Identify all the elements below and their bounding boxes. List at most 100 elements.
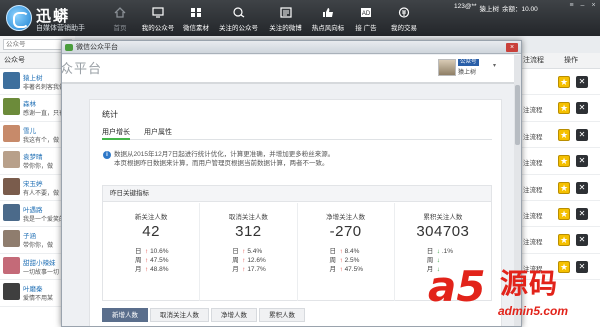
metric-change-row: 周 ↑ 12.6% [232, 256, 266, 265]
nav-item-label: 接 广告 [355, 25, 377, 32]
nav-item[interactable]: AD 接 广告 [347, 0, 385, 36]
star-icon[interactable]: ★ [558, 234, 570, 247]
delete-icon[interactable]: ✕ [576, 181, 588, 194]
follow-account-icon [232, 7, 245, 18]
metric-change-row: 日 ↓ .1% [427, 247, 453, 256]
account-name[interactable]: 雪儿 [23, 125, 36, 135]
nav-item[interactable]: 关注的公众号 [215, 0, 262, 36]
star-icon[interactable]: ★ [558, 102, 570, 115]
notice-line: 本页根据昨日数据来计算，而用户管理页根据当前数据计算，两者不一致。 [114, 160, 329, 167]
menu-icon[interactable]: ≡ [567, 2, 576, 10]
nav-item[interactable]: 热点风向标 [309, 0, 347, 36]
list-item[interactable]: 袁梦晴 带你你，做 [0, 148, 69, 175]
account-name[interactable]: 袁梦晴 [23, 151, 43, 161]
table-row: 注流程 ★ ✕ [520, 122, 600, 149]
account-name: 猿上树 [458, 70, 477, 76]
minimize-icon[interactable]: – [578, 2, 587, 10]
account-name[interactable]: 猿上树 [23, 72, 43, 82]
table-row: ★ ✕ [520, 69, 600, 96]
list-item[interactable]: 叶磨秦 爱情不用某 [0, 280, 69, 307]
list-item[interactable]: 叶遇路 我是一个爱笑的 [0, 201, 69, 228]
monitor-icon [152, 7, 164, 18]
star-icon[interactable]: ★ [558, 128, 570, 141]
tab-user-attributes[interactable]: 用户属性 [144, 127, 172, 140]
metric-value: 42 [142, 223, 160, 240]
watermark-logo: a5 源码 admin5.com [428, 262, 598, 326]
metric-label: 累积关注人数 [423, 214, 463, 221]
table-row: 注流程 ★ ✕ [520, 175, 600, 201]
tab-user-growth[interactable]: 用户增长 [102, 127, 130, 140]
metric-tab[interactable]: 净增人数 [211, 308, 257, 322]
change-percent: 10.6% [150, 248, 169, 255]
account-name[interactable]: 甜甜小辣妹 [23, 257, 56, 267]
delete-icon[interactable]: ✕ [576, 76, 588, 88]
avatar [3, 203, 20, 221]
table-row: 注流程 ★ ✕ [520, 95, 600, 122]
nav-item[interactable]: 关注的微博 [262, 0, 309, 36]
nav-item-label: 关注的公众号 [219, 25, 258, 32]
change-period: 日 [329, 248, 337, 255]
account-name[interactable]: 叶磨秦 [23, 283, 43, 293]
account-name[interactable]: 子涵 [23, 230, 36, 240]
metric-card: 新关注人数 42 日 ↑ 10.6% 周 ↑ 47.5% 月 ↑ 48.8% [103, 203, 201, 301]
delete-icon[interactable]: ✕ [576, 102, 588, 115]
nav-item[interactable]: 首页 [101, 0, 139, 36]
notice-text: 数据从2015年12月7日起进行统计优化，计算更准确，并增加更多粉丝来源。 本页… [114, 150, 334, 168]
delete-icon[interactable]: ✕ [576, 207, 588, 220]
change-period: 周 [135, 257, 142, 264]
metric-value: 304703 [416, 223, 470, 240]
account-name[interactable]: 宋玉婷 [23, 178, 43, 188]
list-item[interactable]: 雪儿 我这有个，做 [0, 122, 69, 149]
nav-item-label: 我的公众号 [141, 25, 175, 32]
metric-tab[interactable]: 新增人数 [102, 308, 148, 322]
chevron-down-icon[interactable]: ▾ [493, 62, 496, 69]
nav-item[interactable]: 我的公众号 [139, 0, 177, 36]
metric-change-row: 月 ↑ 47.5% [330, 265, 364, 274]
change-period: 周 [329, 257, 337, 264]
list-item[interactable]: 甜甜小辣妹 一切故事一切 [0, 254, 69, 281]
delete-icon[interactable]: ✕ [576, 234, 588, 247]
metric-label: 净增关注人数 [326, 214, 366, 221]
change-period: 月 [329, 266, 337, 273]
close-window-button[interactable]: × [506, 43, 518, 52]
metric-value: 312 [235, 223, 262, 240]
avatar [3, 177, 20, 195]
change-percent: 2.5% [344, 257, 360, 264]
change-period: 周 [232, 257, 239, 264]
user-id: 123@** [454, 3, 477, 10]
metric-change-row: 周 ↑ 47.5% [135, 256, 169, 265]
user-name[interactable]: 猿上树 [480, 3, 500, 13]
metric-change-row: 月 ↑ 48.8% [135, 265, 169, 274]
list-item[interactable]: 宋玉婷 有人不要，做 [0, 175, 69, 201]
list-item[interactable]: 森林 感谢一直，只有 [0, 95, 69, 122]
close-icon[interactable]: × [589, 2, 598, 10]
metric-tab[interactable]: 累积人数 [259, 308, 305, 322]
list-item[interactable]: 猿上树 非著名刺客我做 [0, 69, 69, 96]
main-nav: 首页 我的公众号 微信素材 关注的公众号 关注的微博 热点风向标 AD 接 广告 我的交易 [101, 0, 423, 36]
table-row: 注流程 ★ ✕ [520, 227, 600, 254]
scroll-thumb[interactable] [515, 85, 520, 145]
notice-line: 数据从2015年12月7日起进行统计优化，计算更准确，并增加更多粉丝来源。 [114, 151, 335, 158]
star-icon[interactable]: ★ [558, 207, 570, 220]
avatar [3, 151, 20, 169]
nav-item[interactable]: 微信素材 [177, 0, 215, 36]
platform-header: 众平台 公众号 猿上树 ▾ [62, 55, 514, 84]
star-icon[interactable]: ★ [558, 155, 570, 168]
user-area: 123@** 猿上树 余额：10.00 ≡ – × [454, 0, 600, 36]
star-icon[interactable]: ★ [558, 76, 570, 88]
metric-tabs: 新增人数 取消关注人数 净增人数 累积人数 [102, 308, 305, 322]
account-name[interactable]: 森林 [23, 98, 36, 108]
delete-icon[interactable]: ✕ [576, 155, 588, 168]
table-row: 注流程 ★ ✕ [520, 201, 600, 228]
metric-tab[interactable]: 取消关注人数 [150, 308, 209, 322]
change-period: 日 [232, 248, 239, 255]
watermark-cn: 源码 [500, 268, 559, 299]
list-item[interactable]: 子涵 带你你，做 [0, 227, 69, 254]
account-name[interactable]: 叶遇路 [23, 204, 43, 214]
metric-value: -270 [329, 223, 362, 240]
delete-icon[interactable]: ✕ [576, 128, 588, 141]
metric-change-list: 日 ↑ 8.4% 周 ↑ 2.5% 月 ↑ 47.5% [330, 247, 364, 274]
nav-item[interactable]: 我的交易 [385, 0, 423, 36]
change-period: 月 [232, 266, 239, 273]
star-icon[interactable]: ★ [558, 181, 570, 194]
